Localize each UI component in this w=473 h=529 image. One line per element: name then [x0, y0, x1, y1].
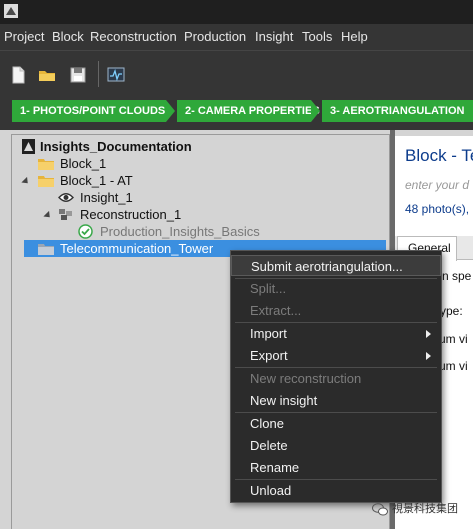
property-label: ype:: [440, 304, 463, 318]
tree-item-label: Reconstruction_1: [80, 207, 182, 222]
project-icon: [22, 139, 35, 154]
menu-item-clone[interactable]: Clone: [231, 413, 441, 434]
menu-item-split: Split...: [250, 281, 287, 296]
reconstruction-icon: [59, 209, 72, 220]
description-input[interactable]: enter your d: [405, 178, 469, 192]
menu-project[interactable]: Project: [4, 28, 44, 46]
toolbar-separator: [98, 61, 99, 87]
menu-item-submit-aerotriangulation[interactable]: Submit aerotriangulation...: [231, 255, 441, 276]
watermark-text: 視景科技集团: [392, 503, 458, 515]
activity-monitor-icon[interactable]: [106, 65, 126, 85]
property-label: um vi: [439, 332, 468, 346]
tree-item-label: Telecommunication_Tower: [60, 241, 214, 256]
step-aerotriangulation[interactable]: 3- AEROTRIANGULATION: [322, 100, 473, 122]
submenu-arrow-icon: [426, 330, 431, 338]
menu-item-import[interactable]: Import: [231, 323, 441, 344]
tree-item-label: Block_1: [60, 156, 107, 171]
folder-icon: [38, 176, 54, 187]
open-folder-icon[interactable]: [37, 65, 57, 85]
photo-count-link[interactable]: 48 photo(s),: [405, 202, 469, 216]
step-camera-properties[interactable]: 2- CAMERA PROPERTIES: [177, 100, 320, 122]
menu-tools[interactable]: Tools: [302, 28, 332, 46]
tree-item-label: Block_1 - AT: [60, 173, 133, 188]
property-label: n spe: [442, 269, 472, 283]
menu-item-label: Export: [250, 348, 288, 363]
menu-item-extract: Extract...: [250, 303, 302, 318]
folder-icon: [38, 244, 54, 255]
folder-icon: [38, 159, 54, 170]
menu-item-label: Import: [250, 326, 287, 341]
menu-reconstruction[interactable]: Reconstruction: [90, 28, 177, 46]
menu-item-unload[interactable]: Unload: [231, 480, 441, 501]
toolbar: [0, 50, 473, 92]
step-arrow: [311, 100, 320, 122]
menu-insight[interactable]: Insight: [255, 28, 293, 46]
step-photos-point-clouds[interactable]: 1- PHOTOS/POINT CLOUDS: [12, 100, 166, 122]
block-title: Block - Te: [405, 146, 473, 165]
save-icon[interactable]: [68, 65, 88, 85]
menu-item-rename[interactable]: Rename: [231, 457, 441, 478]
step-arrow: [166, 100, 175, 122]
menu-production[interactable]: Production: [184, 28, 246, 46]
menu-bar: Project Block Reconstruction Production …: [0, 24, 473, 50]
submenu-arrow-icon: [426, 352, 431, 360]
eye-icon: [58, 193, 74, 202]
title-bar: [0, 0, 473, 24]
menu-item-new-reconstruction: New reconstruction: [250, 371, 362, 386]
context-menu: Submit aerotriangulation... Split... Ext…: [230, 250, 442, 503]
menu-item-export[interactable]: Export: [231, 345, 441, 366]
workflow-step-bar: 1- PHOTOS/POINT CLOUDS 2- CAMERA PROPERT…: [0, 92, 473, 130]
property-label: um vi: [439, 359, 468, 373]
new-project-icon[interactable]: [8, 65, 28, 85]
menu-block[interactable]: Block: [52, 28, 84, 46]
wechat-icon: [372, 503, 388, 516]
tree-root-label: Insights_Documentation: [40, 139, 192, 154]
tree-item-label: Insight_1: [80, 190, 133, 205]
tree-item-label: Production_Insights_Basics: [100, 224, 260, 239]
menu-help[interactable]: Help: [341, 28, 368, 46]
menu-item-delete[interactable]: Delete: [231, 435, 441, 456]
check-circle-icon: [78, 224, 93, 239]
menu-item-new-insight[interactable]: New insight: [231, 390, 441, 411]
app-logo-icon: [4, 4, 18, 18]
